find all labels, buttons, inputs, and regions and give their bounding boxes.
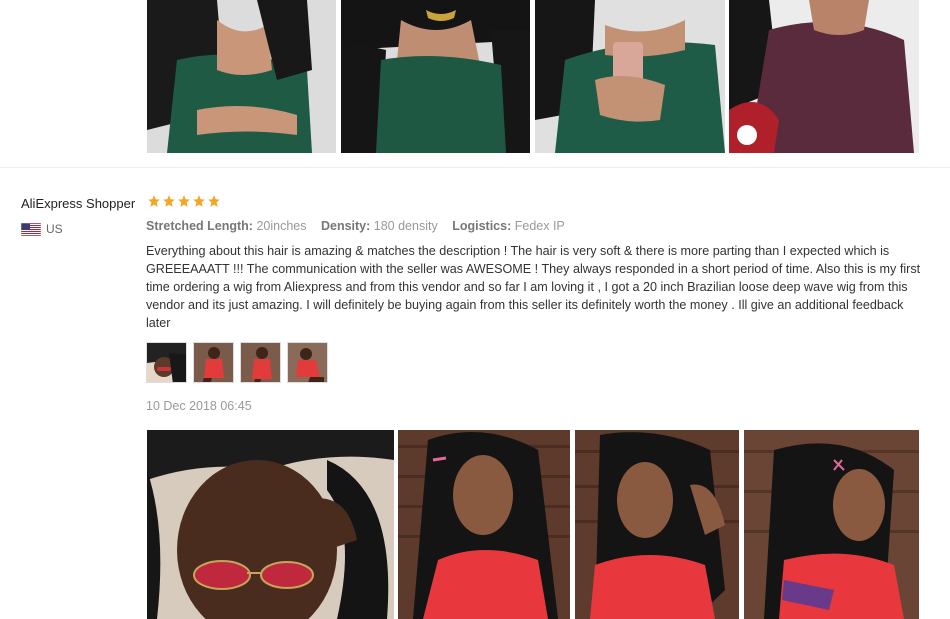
review-divider bbox=[0, 167, 950, 168]
star-icon bbox=[148, 195, 160, 207]
review-photo[interactable] bbox=[744, 430, 919, 619]
sku-attributes: Stretched Length: 20inches Density: 180 … bbox=[146, 219, 576, 233]
rating-stars bbox=[147, 194, 221, 208]
star-icon bbox=[208, 195, 220, 207]
review-photo[interactable] bbox=[147, 430, 394, 619]
review-thumbnail[interactable] bbox=[193, 342, 234, 383]
review-photo[interactable] bbox=[147, 0, 336, 153]
star-icon bbox=[178, 195, 190, 207]
reviewer-name: AliExpress Shopper bbox=[21, 196, 136, 211]
review-photo[interactable] bbox=[729, 0, 919, 153]
review-thumbnail[interactable] bbox=[240, 342, 281, 383]
review-thumbnail[interactable] bbox=[146, 342, 187, 383]
review-photo[interactable] bbox=[398, 430, 570, 619]
review-thumbnails bbox=[146, 342, 328, 383]
reviewer-country: US bbox=[20, 222, 63, 236]
review-thumbnail[interactable] bbox=[287, 342, 328, 383]
us-flag-icon bbox=[20, 222, 42, 236]
review-photo[interactable] bbox=[535, 0, 725, 153]
attr-length: Stretched Length: 20inches bbox=[146, 219, 307, 233]
review-photo[interactable] bbox=[341, 0, 530, 153]
country-code: US bbox=[46, 222, 63, 236]
review-date: 10 Dec 2018 06:45 bbox=[146, 399, 252, 413]
attr-density: Density: 180 density bbox=[320, 219, 438, 233]
review-text: Everything about this hair is amazing & … bbox=[146, 244, 921, 330]
star-icon bbox=[193, 195, 205, 207]
star-icon bbox=[163, 195, 175, 207]
attr-logistics: Logistics: Fedex IP bbox=[452, 219, 565, 233]
review-photo[interactable] bbox=[575, 430, 739, 619]
